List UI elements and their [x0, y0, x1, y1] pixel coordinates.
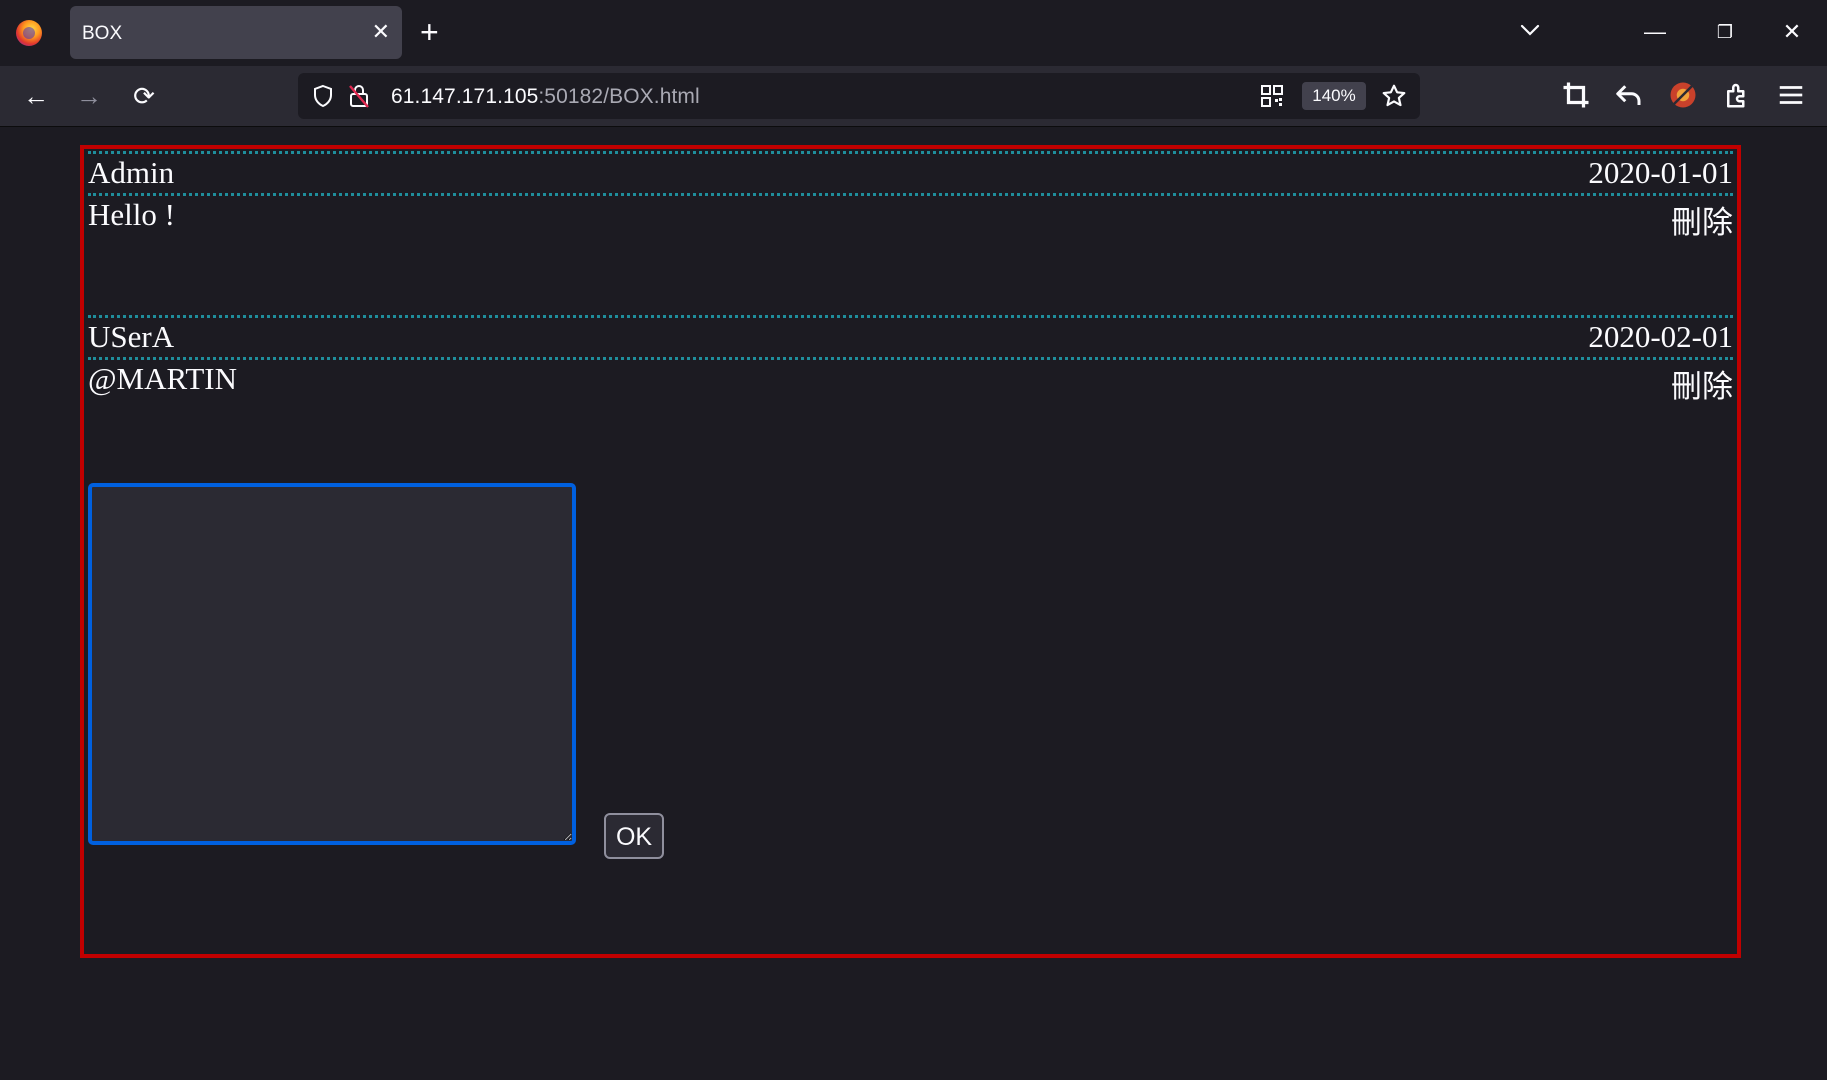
- zoom-level-badge[interactable]: 140%: [1302, 82, 1366, 110]
- divider-dotted: [88, 151, 1733, 154]
- tab-strip: BOX ✕ + — ❐ ✕: [0, 0, 1827, 66]
- reply-textarea[interactable]: [88, 483, 576, 845]
- message-body: @MARTIN: [88, 361, 237, 396]
- divider-dotted: [88, 193, 1733, 196]
- firefox-logo-icon: [16, 20, 42, 46]
- extensions-puzzle-icon[interactable]: [1722, 80, 1752, 110]
- ok-submit-button[interactable]: OK: [604, 813, 664, 859]
- url-host: 61.147.171.105: [391, 85, 539, 108]
- message-user: USerA: [88, 319, 175, 354]
- message-body: Hello !: [88, 197, 175, 232]
- new-tab-button[interactable]: +: [420, 14, 439, 50]
- tab-close-icon[interactable]: ✕: [372, 19, 390, 45]
- minimize-button[interactable]: —: [1635, 14, 1675, 50]
- reload-button[interactable]: ⟳: [126, 78, 162, 114]
- divider-dotted: [88, 357, 1733, 360]
- hamburger-menu-icon[interactable]: [1776, 80, 1806, 110]
- insecure-lock-icon[interactable]: [347, 83, 371, 109]
- qr-code-icon[interactable]: [1260, 84, 1284, 108]
- url-text[interactable]: 61.147.171.105:50182/BOX.html: [391, 85, 700, 109]
- undo-arrow-icon[interactable]: [1614, 80, 1644, 110]
- list-all-tabs-icon[interactable]: [1518, 18, 1542, 42]
- page-content: Admin 2020-01-01 Hello ! 刪除 USerA 2020-0…: [0, 127, 1827, 1080]
- screenshot-crop-icon[interactable]: [1561, 80, 1591, 110]
- message-date: 2020-02-01: [1588, 319, 1733, 354]
- navigation-toolbar: ← → ⟳ 61.147.171.105:50182/BOX.html 140%: [0, 66, 1827, 127]
- tab-active[interactable]: BOX ✕: [70, 6, 402, 59]
- extension-addon-icon[interactable]: [1668, 80, 1698, 110]
- forward-button[interactable]: →: [71, 78, 107, 114]
- message-date: 2020-01-01: [1588, 155, 1733, 190]
- divider-dotted: [88, 315, 1733, 318]
- delete-message-link[interactable]: 刪除: [1671, 197, 1733, 242]
- url-bar[interactable]: 61.147.171.105:50182/BOX.html 140%: [298, 73, 1420, 119]
- delete-message-link[interactable]: 刪除: [1671, 361, 1733, 406]
- restore-button[interactable]: ❐: [1705, 14, 1745, 50]
- tracking-protection-shield-icon[interactable]: [311, 84, 335, 108]
- tab-title: BOX: [82, 23, 123, 44]
- message-user: Admin: [88, 155, 175, 190]
- back-button[interactable]: ←: [18, 78, 54, 114]
- url-path: :50182/BOX.html: [538, 85, 700, 108]
- bookmark-star-icon[interactable]: [1381, 83, 1407, 109]
- close-window-button[interactable]: ✕: [1772, 14, 1812, 50]
- message-box: Admin 2020-01-01 Hello ! 刪除 USerA 2020-0…: [80, 145, 1741, 958]
